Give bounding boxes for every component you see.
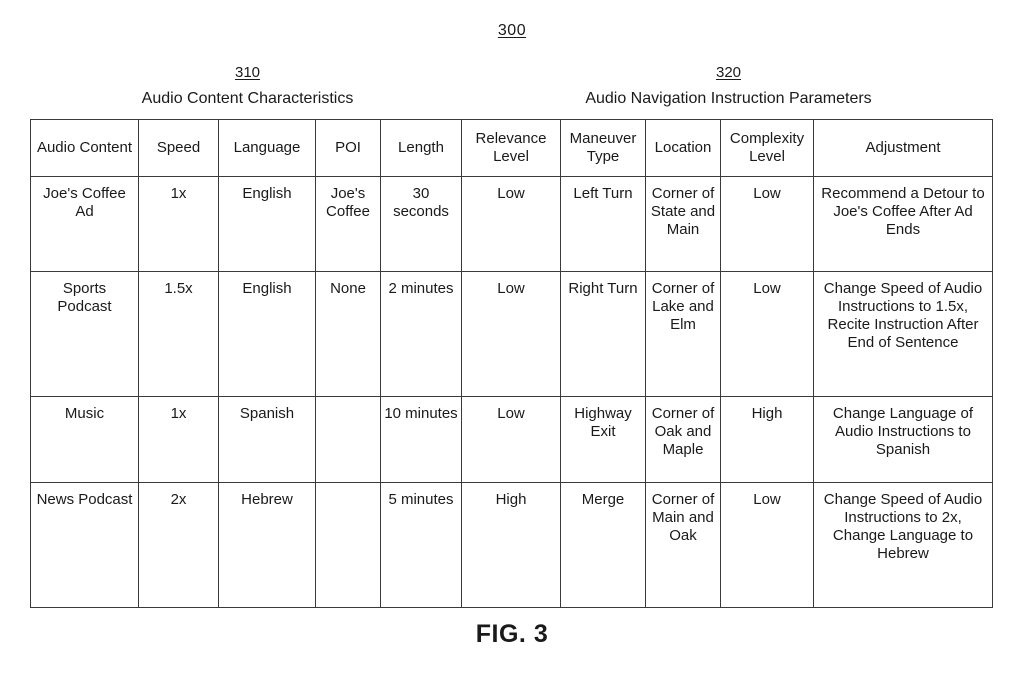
- cell-maneuver-type: Highway Exit: [560, 396, 646, 483]
- group-reference-number-310: 310: [234, 64, 261, 81]
- cell-audio-content: Sports Podcast: [30, 271, 139, 397]
- cell-complexity-level: Low: [720, 271, 814, 397]
- column-header-location: Location: [645, 119, 721, 177]
- group-reference-number-320: 320: [715, 64, 742, 81]
- cell-poi: [315, 396, 381, 483]
- cell-audio-content: Joe's Coffee Ad: [30, 176, 139, 272]
- cell-language: Hebrew: [218, 482, 316, 608]
- patent-figure-page: { "figure": { "top_reference": "300", "c…: [0, 0, 1024, 682]
- figure-reference-value: 300: [497, 22, 527, 39]
- cell-adjustment: Change Speed of Audio Instructions to 1.…: [813, 271, 993, 397]
- cell-location: Corner of Lake and Elm: [645, 271, 721, 397]
- cell-relevance-level: Low: [461, 271, 561, 397]
- cell-length: 2 minutes: [380, 271, 462, 397]
- group-captions: 310 Audio Content Characteristics 320 Au…: [30, 62, 992, 110]
- cell-adjustment: Change Speed of Audio Instructions to 2x…: [813, 482, 993, 608]
- table-row: Sports Podcast 1.5x English None 2 minut…: [30, 271, 993, 397]
- cell-poi: [315, 482, 381, 608]
- cell-location: Corner of Oak and Maple: [645, 396, 721, 483]
- cell-complexity-level: Low: [720, 482, 814, 608]
- cell-language: Spanish: [218, 396, 316, 483]
- cell-audio-content: News Podcast: [30, 482, 139, 608]
- cell-speed: 1.5x: [138, 271, 219, 397]
- column-header-complexity-level: Complexity Level: [720, 119, 814, 177]
- figure-table: Audio Content Speed Language POI Length …: [30, 119, 993, 608]
- cell-maneuver-type: Merge: [560, 482, 646, 608]
- table-row: Music 1x Spanish 10 minutes Low Highway …: [30, 396, 993, 483]
- table-header-row: Audio Content Speed Language POI Length …: [30, 119, 993, 177]
- table-body: Joe's Coffee Ad 1x English Joe's Coffee …: [30, 176, 993, 608]
- figure-reference-number: 300: [0, 22, 1024, 40]
- table-header: Audio Content Speed Language POI Length …: [30, 119, 993, 177]
- cell-audio-content: Music: [30, 396, 139, 483]
- cell-poi: None: [315, 271, 381, 397]
- cell-speed: 1x: [138, 176, 219, 272]
- cell-language: English: [218, 176, 316, 272]
- cell-adjustment: Recommend a Detour to Joe's Coffee After…: [813, 176, 993, 272]
- cell-language: English: [218, 271, 316, 397]
- column-header-audio-content: Audio Content: [30, 119, 139, 177]
- group-caption-audio-navigation-instruction-parameters: 320 Audio Navigation Instruction Paramet…: [465, 62, 992, 110]
- column-header-length: Length: [380, 119, 462, 177]
- group-label-320: Audio Navigation Instruction Parameters: [585, 89, 872, 107]
- column-header-poi: POI: [315, 119, 381, 177]
- cell-maneuver-type: Left Turn: [560, 176, 646, 272]
- cell-relevance-level: High: [461, 482, 561, 608]
- column-header-maneuver-type: Maneuver Type: [560, 119, 646, 177]
- cell-relevance-level: Low: [461, 176, 561, 272]
- column-header-relevance-level: Relevance Level: [461, 119, 561, 177]
- figure-caption: FIG. 3: [475, 620, 549, 648]
- cell-length: 30 seconds: [380, 176, 462, 272]
- group-caption-audio-content-characteristics: 310 Audio Content Characteristics: [30, 62, 465, 110]
- cell-adjustment: Change Language of Audio Instructions to…: [813, 396, 993, 483]
- cell-poi: Joe's Coffee: [315, 176, 381, 272]
- cell-speed: 2x: [138, 482, 219, 608]
- cell-speed: 1x: [138, 396, 219, 483]
- table-row: News Podcast 2x Hebrew 5 minutes High Me…: [30, 482, 993, 608]
- cell-complexity-level: Low: [720, 176, 814, 272]
- cell-complexity-level: High: [720, 396, 814, 483]
- column-header-speed: Speed: [138, 119, 219, 177]
- cell-location: Corner of State and Main: [645, 176, 721, 272]
- cell-maneuver-type: Right Turn: [560, 271, 646, 397]
- table-row: Joe's Coffee Ad 1x English Joe's Coffee …: [30, 176, 993, 272]
- cell-length: 10 minutes: [380, 396, 462, 483]
- cell-length: 5 minutes: [380, 482, 462, 608]
- column-header-language: Language: [218, 119, 316, 177]
- cell-location: Corner of Main and Oak: [645, 482, 721, 608]
- cell-relevance-level: Low: [461, 396, 561, 483]
- column-header-adjustment: Adjustment: [813, 119, 993, 177]
- group-label-310: Audio Content Characteristics: [141, 89, 354, 107]
